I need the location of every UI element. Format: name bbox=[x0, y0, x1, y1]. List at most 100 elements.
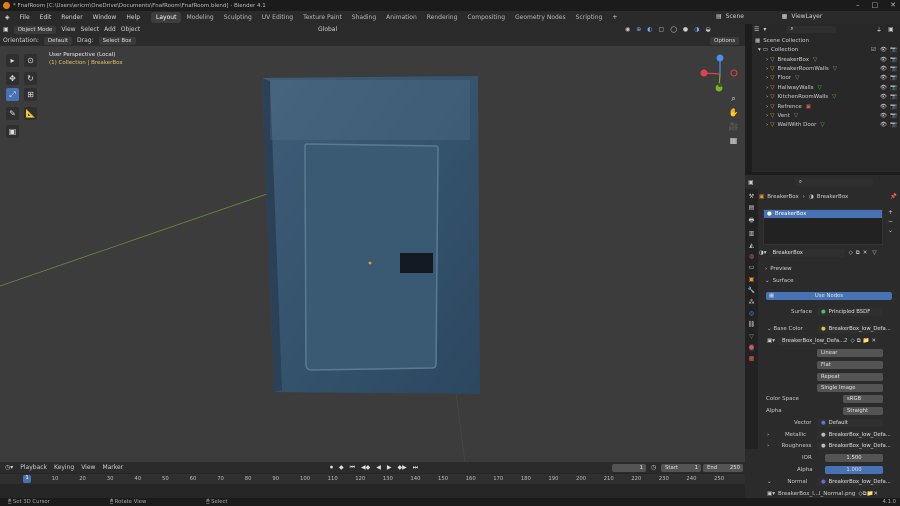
visibility-eye-icon[interactable]: 👁 bbox=[880, 122, 887, 128]
outliner-search-input[interactable]: ⌕ bbox=[786, 25, 837, 33]
render-camera-icon[interactable]: 📷 bbox=[890, 47, 897, 53]
alpha-field[interactable]: 1.000 bbox=[825, 466, 883, 474]
color-space-dropdown[interactable]: sRGB bbox=[843, 395, 883, 403]
jump-start-icon[interactable]: ⏮ bbox=[350, 464, 355, 472]
orientation-dropdown[interactable]: Default bbox=[43, 36, 73, 45]
material-slot-list[interactable]: ● BreakerBox bbox=[763, 209, 883, 245]
physics-tab-icon[interactable]: ◎ bbox=[749, 310, 754, 317]
scene-name[interactable]: Scene bbox=[726, 13, 778, 20]
render-tab-icon[interactable]: ▤ bbox=[749, 204, 755, 211]
projection-dropdown[interactable]: Flat bbox=[817, 361, 883, 369]
camera-view-icon[interactable]: 🎥 bbox=[727, 120, 740, 133]
move-tool-icon[interactable]: ✥ bbox=[6, 72, 19, 85]
minimize-icon[interactable]: – bbox=[856, 1, 860, 9]
workspace-tab-shading[interactable]: Shading bbox=[347, 12, 381, 23]
drag-dropdown[interactable]: Select Box bbox=[98, 36, 136, 45]
render-camera-icon[interactable]: 📷 bbox=[890, 85, 897, 91]
output-tab-icon[interactable]: 🖶 bbox=[749, 216, 755, 226]
outliner-collection[interactable]: ▾ ▭ Collection ☑ 👁 📷 bbox=[752, 46, 900, 55]
render-camera-icon[interactable]: 📷 bbox=[890, 57, 897, 63]
metallic-field[interactable]: ● BreakerBox_low_Defa... bbox=[817, 431, 891, 439]
workspace-tab-compositing[interactable]: Compositing bbox=[462, 12, 510, 23]
alpha-mode-dropdown[interactable]: Straight bbox=[843, 407, 883, 415]
visibility-eye-icon[interactable]: 👁 bbox=[880, 66, 887, 72]
pan-view-icon[interactable]: ✋ bbox=[727, 106, 740, 119]
next-keyframe-icon[interactable]: ◆▶ bbox=[398, 464, 407, 472]
play-reverse-icon[interactable]: ◀ bbox=[376, 464, 381, 472]
ior-field[interactable]: 1.500 bbox=[825, 454, 883, 462]
texture-tab-icon[interactable]: ▦ bbox=[749, 355, 755, 362]
render-camera-icon[interactable]: 📷 bbox=[890, 66, 897, 72]
outliner-item[interactable]: › ▽ Floor ▽ 👁 📷 bbox=[752, 74, 900, 83]
extension-dropdown[interactable]: Repeat bbox=[817, 373, 883, 381]
fake-user-icon[interactable]: ◇ bbox=[849, 250, 853, 256]
vp-menu-select[interactable]: Select bbox=[81, 26, 100, 33]
image-open-icon[interactable]: 📁 bbox=[863, 338, 870, 344]
timeline-menu-playback[interactable]: Playback bbox=[20, 464, 47, 471]
workspace-tab-texture-paint[interactable]: Texture Paint bbox=[298, 12, 347, 23]
view-object-types-icon[interactable]: ◉ bbox=[625, 26, 630, 33]
vp-menu-add[interactable]: Add bbox=[104, 26, 116, 33]
menu-edit[interactable]: Edit bbox=[35, 14, 57, 21]
view-layer-tab-icon[interactable]: ▥ bbox=[749, 230, 755, 237]
add-cube-tool-icon[interactable]: ▣ bbox=[6, 125, 19, 138]
add-slot-icon[interactable]: + bbox=[888, 209, 893, 216]
gizmo-toggle-icon[interactable]: ⊕ bbox=[636, 26, 641, 33]
timeline-menu-keying[interactable]: Keying bbox=[54, 464, 74, 471]
unlink-material-icon[interactable]: ✕ bbox=[863, 250, 868, 256]
outliner-item[interactable]: › ▽ Refrence ▣ 👁 📷 bbox=[752, 102, 900, 111]
normal-image-name[interactable]: BreakerBox_l...l_Normal.png bbox=[778, 491, 855, 497]
menu-help[interactable]: Help bbox=[121, 14, 145, 21]
outliner-filter-icon[interactable]: ⏚ bbox=[876, 25, 882, 34]
roughness-field[interactable]: ● BreakerBox_low_Defa... bbox=[817, 442, 891, 450]
normal-image-browse-icon[interactable]: ▣▾ bbox=[767, 491, 775, 497]
expand-arrow-icon[interactable]: › bbox=[766, 104, 768, 110]
timeline-playhead[interactable]: 1 bbox=[23, 475, 31, 483]
prev-keyframe-icon[interactable]: ◀◆ bbox=[361, 464, 370, 472]
expand-arrow-icon[interactable]: › bbox=[766, 66, 768, 72]
data-tab-icon[interactable]: ▽ bbox=[749, 333, 754, 340]
workspace-tab-geometry-nodes[interactable]: Geometry Nodes bbox=[510, 12, 571, 23]
expand-arrow-icon[interactable]: › bbox=[766, 75, 768, 81]
workspace-tab-layout[interactable]: Layout bbox=[151, 12, 182, 23]
outliner-item[interactable]: › ▽ KitchenRoomWalls ▽ 👁 📷 bbox=[752, 93, 900, 102]
use-nodes-button[interactable]: ▦ Use Nodes bbox=[766, 292, 892, 300]
zoom-view-icon[interactable]: ⌕ bbox=[727, 92, 740, 105]
maximize-icon[interactable]: □ bbox=[872, 1, 879, 9]
workspace-tab-rendering[interactable]: Rendering bbox=[422, 12, 463, 23]
material-tab-icon[interactable]: ● bbox=[748, 344, 755, 352]
measure-tool-icon[interactable]: 📐 bbox=[24, 107, 37, 120]
cursor-tool-icon[interactable]: ⊙ bbox=[24, 54, 37, 67]
play-icon[interactable]: ▶ bbox=[387, 464, 392, 472]
node-tree-icon[interactable]: ▽ bbox=[872, 250, 876, 256]
outliner-filter-display-icon[interactable]: ▾ bbox=[763, 26, 766, 33]
record-icon[interactable]: ⏺ bbox=[330, 464, 333, 472]
outliner-item[interactable]: › ▽ BreakerRoomWalls ▽ 👁 📷 bbox=[752, 64, 900, 73]
properties-search-input[interactable]: ⌕ bbox=[795, 178, 873, 186]
menu-file[interactable]: File bbox=[15, 14, 35, 21]
preview-panel-header[interactable]: › Preview bbox=[765, 264, 900, 274]
collection-tab-icon[interactable]: ▭ bbox=[749, 264, 755, 271]
image-name-field[interactable]: BreakerBox_low_Defa... bbox=[777, 337, 844, 345]
transform-tool-icon[interactable]: ⊞ bbox=[24, 88, 37, 101]
image-unlink-icon[interactable]: ✕ bbox=[872, 338, 877, 344]
end-frame-field[interactable]: End 250 bbox=[703, 464, 743, 472]
render-camera-icon[interactable]: 📷 bbox=[890, 113, 897, 119]
exclude-checkbox-icon[interactable]: ☑ bbox=[871, 47, 876, 53]
visibility-eye-icon[interactable]: 👁 bbox=[880, 75, 887, 81]
outliner-scene-collection[interactable]: ▦ Scene Collection bbox=[752, 36, 900, 45]
render-camera-icon[interactable]: 📷 bbox=[890, 104, 897, 110]
overlays-toggle-icon[interactable]: ◐ bbox=[647, 26, 652, 33]
workspace-tab-sculpting[interactable]: Sculpting bbox=[219, 12, 257, 23]
start-frame-field[interactable]: Start 1 bbox=[661, 464, 701, 472]
workspace-tab-scripting[interactable]: Scripting bbox=[571, 12, 608, 23]
preview-range-icon[interactable]: ◷ bbox=[651, 464, 656, 471]
timeline-track[interactable] bbox=[0, 484, 745, 498]
material-name-field[interactable]: BreakerBox bbox=[768, 249, 845, 257]
shading-wire-icon[interactable]: ◯ bbox=[670, 26, 677, 33]
expand-arrow-icon[interactable]: › bbox=[766, 113, 768, 119]
vp-menu-view[interactable]: View bbox=[61, 26, 75, 33]
base-color-field[interactable]: ● BreakerBox_low_Defa... bbox=[817, 325, 891, 333]
expand-arrow-icon[interactable]: › bbox=[766, 94, 768, 100]
normal-field[interactable]: ● BreakerBox_low_Defa... bbox=[817, 478, 891, 486]
